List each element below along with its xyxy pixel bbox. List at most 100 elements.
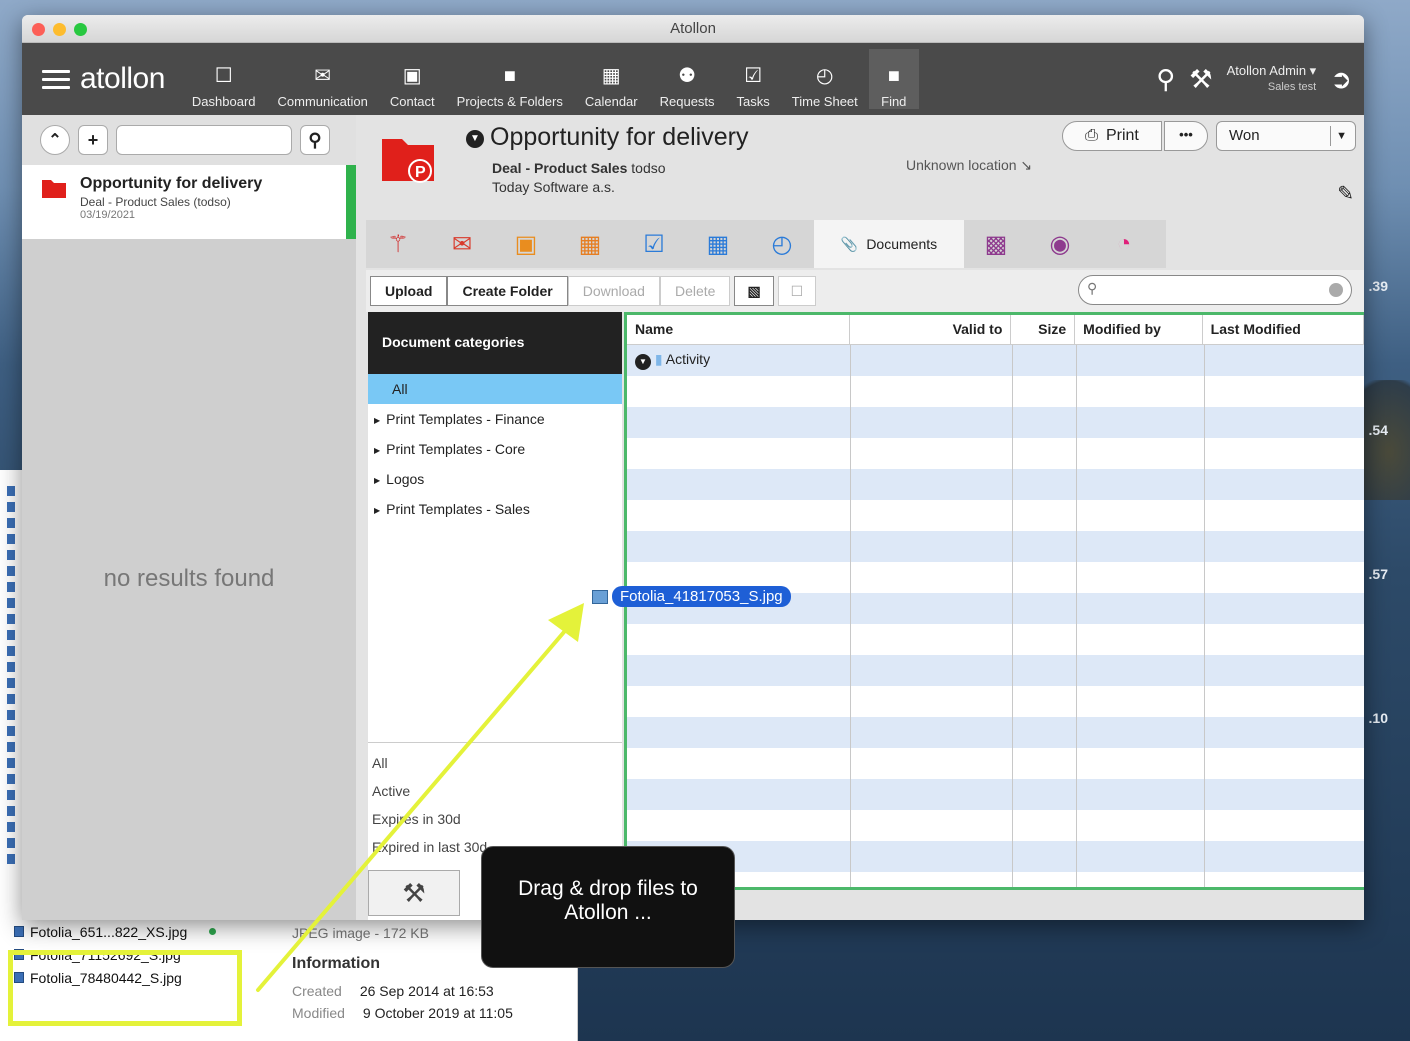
nav-contact[interactable]: ▣ Contact (379, 49, 446, 109)
chevron-down-icon[interactable]: ▼ (635, 354, 651, 370)
table-row[interactable]: ▼ ▮ Activity (627, 345, 1364, 376)
tab-invoices[interactable]: ▦ (558, 220, 622, 268)
search-icon[interactable]: ⚲ (1156, 64, 1175, 95)
user-name: Atollon Admin (1226, 63, 1307, 78)
main-navbar: atollon ☐ Dashboard ✉ Communication ▣ Conta… (22, 43, 1364, 115)
record-title[interactable]: ▼ Opportunity for delivery (466, 123, 748, 152)
add-button[interactable]: + (78, 125, 108, 155)
no-results-text: no results found (103, 565, 275, 592)
col-name[interactable]: Name (627, 315, 851, 345)
trash-icon[interactable]: ☐ (777, 276, 817, 306)
dragged-file[interactable]: Fotolia_41817053_S.jpg (592, 586, 791, 607)
filter-all[interactable]: All (368, 749, 622, 777)
tab-reports[interactable]: ◔ (1092, 220, 1156, 268)
nav-calendar[interactable]: ▦ Calendar (574, 49, 649, 109)
print-button[interactable]: ⎙ Print (1062, 121, 1162, 151)
label-icon[interactable]: ▧ (734, 276, 774, 306)
finder-sidebar-strip (0, 480, 22, 920)
tab-contacts[interactable]: ◉ (1028, 220, 1092, 268)
more-button[interactable]: ••• (1164, 121, 1208, 151)
chevron-down-icon[interactable]: ▼ (466, 130, 484, 148)
filter-expires-30d[interactable]: Expires in 30d (368, 805, 622, 833)
delete-button[interactable]: Delete (659, 276, 731, 306)
col-size[interactable]: Size (1011, 315, 1076, 345)
nav-tasks[interactable]: ☑ Tasks (726, 49, 781, 109)
file-icon (7, 662, 15, 672)
record-tabs: ⚚ ✉ ▣ ▦ ☑ ▦ ◴ 📎 Documents ▩ ◉ ◔ (366, 220, 1166, 268)
file-icon (7, 790, 15, 800)
category-item[interactable]: Print Templates - Sales (368, 494, 622, 524)
tab-documents-label: Documents (866, 236, 938, 252)
record-company[interactable]: Today Software a.s. (492, 179, 615, 195)
nav-requests[interactable]: ⚉ Requests (649, 49, 726, 109)
desktop-time-3: .57 (1368, 566, 1388, 582)
clear-search-icon[interactable] (1329, 283, 1343, 297)
status-value: Won (1229, 127, 1260, 144)
nav-time-sheet[interactable]: ◴ Time Sheet (781, 49, 869, 109)
download-button[interactable]: Download (567, 276, 660, 306)
category-item[interactable]: Logos (368, 464, 622, 494)
dashboard-icon: ☐ (214, 65, 233, 87)
nav-label: Requests (659, 94, 715, 109)
tab-timesheet[interactable]: ◴ (750, 220, 814, 268)
document-search-input[interactable]: ⚲ (1078, 275, 1352, 305)
categories-header: Document categories (368, 312, 622, 374)
zoom-window-button[interactable] (74, 23, 87, 36)
nav-label: Tasks (736, 94, 770, 109)
col-last-modified[interactable]: Last Modified (1203, 315, 1364, 345)
sidebar-search-input[interactable] (116, 125, 292, 155)
user-subtitle: Sales test (1267, 81, 1317, 93)
title-bar: Atollon (22, 15, 1364, 43)
settings-wrench-button[interactable]: ⚒ (368, 870, 460, 916)
dropdown-arrow-icon: ▼ (1336, 130, 1347, 142)
record-title-text: Opportunity for delivery (490, 123, 749, 151)
info-title: Information (292, 955, 380, 972)
nav-projects-folders[interactable]: ■ Projects & Folders (446, 49, 574, 109)
desktop-time-4: .10 (1368, 710, 1388, 726)
edit-document-icon[interactable]: ✎ (1337, 181, 1354, 206)
tab-tasks[interactable]: ☑ (622, 220, 686, 268)
hamburger-menu-icon[interactable] (42, 65, 70, 94)
deal-folder-icon (42, 180, 66, 198)
nav-communication[interactable]: ✉ Communication (267, 49, 379, 109)
deal-folder-icon: P (382, 139, 434, 183)
filter-active[interactable]: Active (368, 777, 622, 805)
category-item[interactable]: Print Templates - Finance (368, 404, 622, 434)
finder-file-row[interactable]: Fotolia_651...822_XS.jpg (6, 920, 217, 943)
tab-documents[interactable]: 📎 Documents (814, 220, 964, 268)
nav-label: Calendar (584, 94, 638, 109)
record-location[interactable]: Unknown location ↘ (906, 157, 1032, 174)
category-item[interactable]: Print Templates - Core (368, 434, 622, 464)
minimize-window-button[interactable] (53, 23, 66, 36)
category-all[interactable]: All (368, 374, 622, 404)
tab-info[interactable]: ⚚ (366, 220, 430, 268)
user-menu[interactable]: Atollon Admin ▾ Sales test (1227, 62, 1317, 96)
sidebar-item-opportunity[interactable]: Opportunity for delivery Deal - Product … (22, 165, 356, 239)
col-modified-by[interactable]: Modified by (1075, 315, 1203, 345)
nav-label: Time Sheet (791, 94, 858, 109)
create-folder-button[interactable]: Create Folder (447, 276, 568, 306)
image-file-icon (592, 589, 608, 604)
print-label: Print (1105, 127, 1139, 144)
dragged-file-name: Fotolia_41817053_S.jpg (612, 586, 791, 607)
sidebar-search-icon[interactable]: ⚲ (300, 125, 330, 155)
documents-toolbar: Upload Create Folder Download Delete ▧ ☐… (366, 270, 1364, 312)
close-window-button[interactable] (32, 23, 45, 36)
tools-icon[interactable]: ⚒ (1189, 64, 1212, 95)
nav-dashboard[interactable]: ☐ Dashboard (181, 49, 267, 109)
tab-projects[interactable]: ▣ (494, 220, 558, 268)
status-select[interactable]: Won ▼ (1216, 121, 1356, 151)
col-valid-to[interactable]: Valid to (850, 315, 1012, 345)
tab-communication[interactable]: ✉ (430, 220, 494, 268)
highlight-box (8, 950, 242, 1026)
nav-find[interactable]: ■ Find (868, 49, 919, 109)
pie-chart-icon: ◔ (1116, 230, 1132, 257)
logout-icon[interactable]: ➲ (1330, 64, 1352, 95)
main-panel: P ▼ Opportunity for delivery Deal - Produ… (356, 115, 1364, 920)
tab-products[interactable]: ▩ (964, 220, 1028, 268)
record-header: P ▼ Opportunity for delivery Deal - Produ… (356, 115, 1364, 220)
desktop-time-1: .39 (1368, 278, 1388, 294)
upload-button[interactable]: Upload (370, 276, 448, 306)
collapse-up-button[interactable]: ⌃ (40, 125, 70, 155)
tab-calendar[interactable]: ▦ (686, 220, 750, 268)
